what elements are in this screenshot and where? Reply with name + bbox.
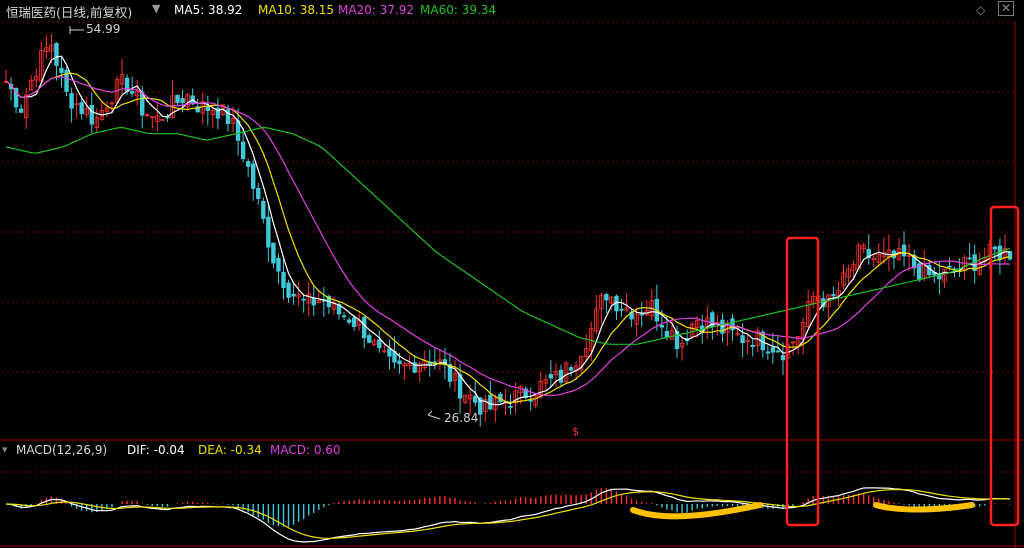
ma60-value: MA60: 39.34	[420, 3, 497, 17]
macd-title[interactable]: MACD(12,26,9)	[16, 443, 107, 457]
candle-body	[59, 67, 64, 74]
diamond-icon[interactable]: ◇	[976, 3, 985, 17]
dea-line	[5, 488, 1011, 539]
chevron-down-icon[interactable]: ▾	[2, 443, 8, 456]
candle-body	[967, 257, 972, 260]
candle-body	[740, 335, 745, 344]
candle-body	[79, 102, 84, 115]
candle-body	[619, 308, 624, 311]
candle-body	[604, 294, 609, 301]
ma5-value: MA5: 38.92	[174, 3, 243, 17]
candle-body	[276, 257, 281, 272]
candle-body	[558, 369, 564, 383]
macd-value: MACD: 0.60	[270, 443, 341, 457]
candle-body	[750, 344, 755, 348]
candle-body	[377, 339, 382, 349]
candle-body	[205, 106, 211, 111]
ma5-line	[5, 55, 1011, 406]
candle-body	[664, 331, 670, 338]
dif-line	[5, 487, 1011, 543]
candle-body	[54, 43, 59, 66]
candle-body	[548, 374, 554, 379]
candle-body	[286, 282, 291, 298]
ma10-value: MA10: 38.15	[258, 3, 335, 17]
candle-body	[311, 297, 316, 306]
candle-body	[397, 360, 402, 365]
candle-body	[175, 94, 180, 104]
candle-body	[770, 347, 776, 353]
candle-body	[780, 355, 786, 361]
low-price-label: 26.84	[444, 411, 479, 425]
candle-body	[129, 90, 135, 94]
moving-average-lines	[5, 55, 1011, 406]
candle-body	[261, 200, 266, 219]
candlestick-series	[3, 34, 1013, 427]
candle-body	[362, 316, 367, 339]
highlight-box	[785, 236, 820, 527]
ma10-line	[5, 72, 1011, 404]
candle-body	[266, 216, 271, 248]
low-price-arrow	[427, 410, 441, 420]
candle-body	[730, 318, 735, 331]
chevron-down-icon[interactable]: ▼	[152, 2, 160, 15]
candle-body	[947, 265, 952, 268]
candle-body	[18, 108, 24, 113]
dea-value: DEA: -0.34	[198, 443, 262, 457]
candle-body	[639, 313, 644, 316]
candle-body	[831, 294, 836, 297]
candle-body	[992, 246, 998, 250]
candle-body	[180, 98, 185, 104]
candle-body	[568, 367, 574, 371]
candle-body	[488, 394, 493, 410]
candle-body	[473, 395, 478, 403]
candle-body	[281, 272, 286, 289]
candle-body	[901, 244, 907, 257]
candle-body	[387, 348, 392, 357]
candle-body	[341, 315, 347, 318]
stock-chart	[0, 21, 1024, 548]
candle-body	[346, 319, 352, 323]
candle-body	[367, 335, 372, 343]
candle-body	[291, 293, 296, 297]
candle-body	[528, 399, 533, 402]
candle-body	[1007, 251, 1013, 260]
dif-value: DIF: -0.04	[127, 443, 185, 457]
candle-body	[69, 93, 74, 109]
candle-body	[765, 351, 771, 354]
candle-body	[89, 105, 94, 125]
candle-body	[937, 274, 942, 280]
candle-body	[271, 242, 276, 264]
candle-body	[245, 161, 251, 167]
macd-lines	[5, 487, 1011, 543]
high-price-arrow	[69, 26, 84, 34]
high-price-label: 54.99	[86, 22, 121, 36]
candle-body	[251, 163, 256, 189]
signal-marker: $	[572, 425, 579, 438]
candle-body	[351, 317, 357, 328]
candle-body	[659, 324, 665, 328]
candle-body	[775, 350, 781, 353]
candle-body	[240, 141, 246, 160]
ma20-value: MA20: 37.92	[338, 3, 415, 17]
chart-title[interactable]: 恒瑞医药(日线,前复权)	[6, 2, 132, 21]
close-icon[interactable]: ✕	[998, 1, 1014, 16]
candle-body	[256, 188, 261, 199]
candle-body	[508, 405, 513, 408]
ma20-line	[5, 76, 1011, 397]
candle-body	[301, 298, 306, 301]
